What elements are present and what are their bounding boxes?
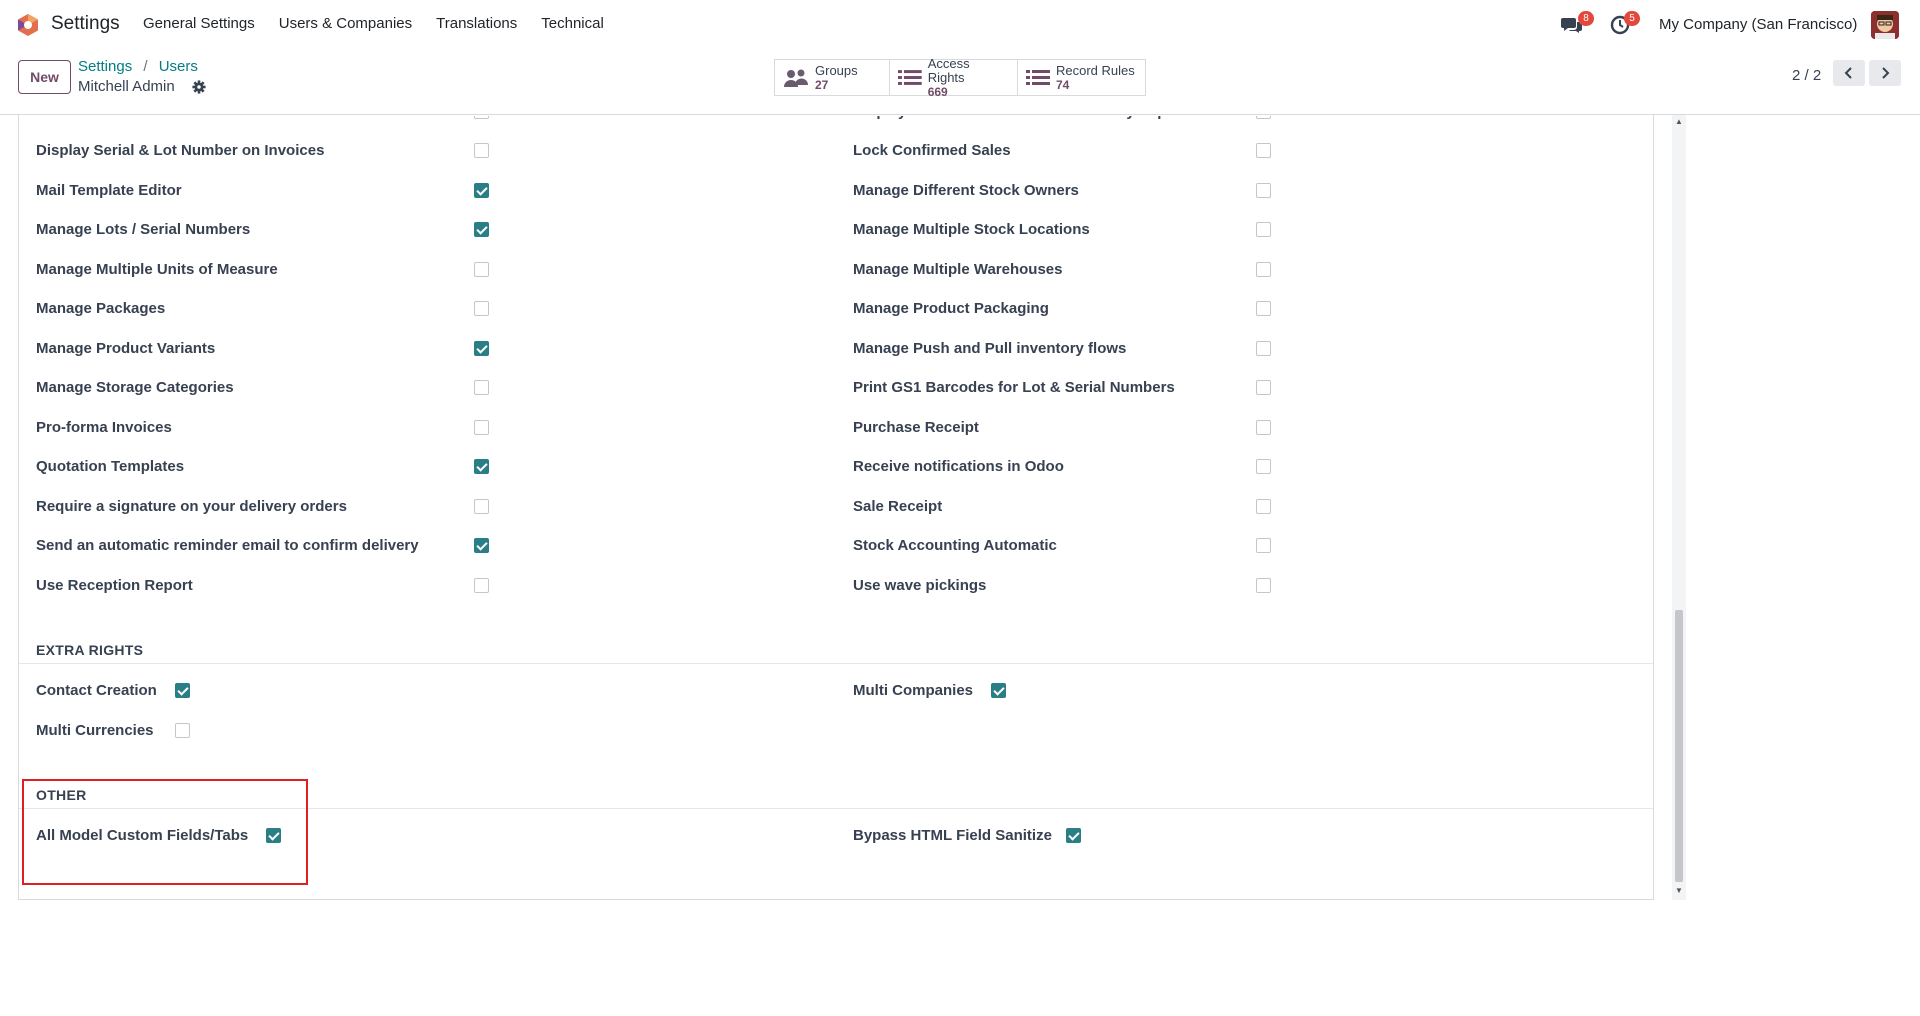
- setting-label-multi-companies: Multi Companies: [853, 682, 974, 699]
- record-rules-label: Record Rules: [1056, 62, 1135, 78]
- checkbox-print-gs1-barcodes-for-lot-serial-numbers[interactable]: [1256, 380, 1271, 395]
- checkbox-stock-accounting-automatic[interactable]: [1256, 538, 1271, 553]
- users-icon: [784, 69, 808, 87]
- menu-technical[interactable]: Technical: [541, 15, 604, 32]
- setting-label-receive-notifications-in-odoo: Receive notifications in Odoo: [853, 458, 1064, 475]
- breadcrumb: Settings / Users: [78, 58, 198, 75]
- scrollbar-thumb[interactable]: [1675, 610, 1683, 882]
- setting-label-bypass-html-field-sanitize: Bypass HTML Field Sanitize: [853, 827, 1052, 844]
- user-avatar[interactable]: [1871, 11, 1899, 39]
- odoo-logo-icon[interactable]: [16, 13, 40, 37]
- checkbox-manage-multiple-stock-locations[interactable]: [1256, 222, 1271, 237]
- setting-label-lock-confirmed-sales: Lock Confirmed Sales: [853, 142, 1011, 159]
- checkbox-purchase-receipt[interactable]: [1256, 420, 1271, 435]
- avatar-face-icon: [1871, 11, 1899, 39]
- list-icon: [1026, 69, 1050, 85]
- record-rules-smart-button[interactable]: Record Rules 74: [1018, 60, 1145, 95]
- chevron-left-icon: [1844, 67, 1852, 79]
- highlight-box: [22, 779, 308, 885]
- section-divider: [19, 663, 1653, 664]
- menu-users-companies[interactable]: Users & Companies: [279, 15, 412, 32]
- checkbox-multi-currencies[interactable]: [175, 723, 190, 738]
- setting-label-manage-product-packaging: Manage Product Packaging: [853, 300, 1049, 317]
- setting-label-contact-creation: Contact Creation: [36, 682, 157, 699]
- setting-label-stock-accounting-automatic: Stock Accounting Automatic: [853, 537, 1057, 554]
- gear-icon[interactable]: [192, 80, 206, 94]
- checkbox-manage-different-stock-owners[interactable]: [1256, 183, 1271, 198]
- app-name[interactable]: Settings: [51, 13, 120, 35]
- breadcrumb-settings[interactable]: Settings: [78, 58, 132, 75]
- checkbox-receive-notifications-in-odoo[interactable]: [1256, 459, 1271, 474]
- checkbox-manage-product-packaging[interactable]: [1256, 301, 1271, 316]
- groups-count: 27: [815, 77, 829, 92]
- checkbox-bypass-html-field-sanitize[interactable]: [1066, 828, 1081, 843]
- checkbox-manage-multiple-warehouses[interactable]: [1256, 262, 1271, 277]
- setting-label-purchase-receipt: Purchase Receipt: [853, 419, 979, 436]
- setting-label-manage-multiple-warehouses: Manage Multiple Warehouses: [853, 261, 1063, 278]
- checkbox-lock-confirmed-sales[interactable]: [1256, 143, 1271, 158]
- setting-label-use-wave-pickings: Use wave pickings: [853, 577, 987, 594]
- groups-label: Groups: [815, 62, 858, 78]
- breadcrumb-users[interactable]: Users: [159, 58, 198, 75]
- record-title: Mitchell Admin: [78, 78, 175, 95]
- checkbox-use-wave-pickings[interactable]: [1256, 578, 1271, 593]
- activities-badge: 5: [1624, 11, 1640, 26]
- checkbox-contact-creation[interactable]: [175, 683, 190, 698]
- scroll-down-arrow[interactable]: ▼: [1674, 886, 1684, 896]
- pager-previous-button[interactable]: [1833, 60, 1865, 86]
- chevron-right-icon: [1882, 67, 1890, 79]
- company-switcher[interactable]: My Company (San Francisco): [1659, 16, 1857, 33]
- new-button[interactable]: New: [18, 60, 71, 94]
- pager-value: 2 / 2: [1792, 67, 1822, 84]
- setting-label-manage-push-and-pull-inventory-flows: Manage Push and Pull inventory flows: [853, 340, 1127, 357]
- checkbox-sale-receipt[interactable]: [1256, 499, 1271, 514]
- setting-label-multi-currencies: Multi Currencies: [36, 722, 154, 739]
- section-title-extra-rights: EXTRA RIGHTS: [36, 642, 144, 658]
- checkbox-display-serial-lot-number-in-delivery-slips[interactable]: [1256, 116, 1271, 119]
- messages-badge: 8: [1578, 11, 1594, 26]
- scroll-up-arrow[interactable]: ▲: [1674, 117, 1684, 127]
- record-rules-count: 74: [1056, 77, 1070, 92]
- smart-buttons: Groups 27 Access Rights 669 Record Rules…: [774, 55, 1146, 99]
- menu-general-settings[interactable]: General Settings: [143, 15, 255, 32]
- setting-label-manage-different-stock-owners: Manage Different Stock Owners: [853, 182, 1079, 199]
- access-rights-label: Access Rights: [927, 55, 970, 85]
- access-rights-smart-button[interactable]: Access Rights 669: [890, 55, 1018, 99]
- checkbox-manage-push-and-pull-inventory-flows[interactable]: [1256, 341, 1271, 356]
- breadcrumb-separator: /: [143, 58, 148, 75]
- setting-label-sale-receipt: Sale Receipt: [853, 498, 943, 515]
- setting-label-manage-multiple-stock-locations: Manage Multiple Stock Locations: [853, 221, 1090, 238]
- menu-translations[interactable]: Translations: [436, 15, 517, 32]
- setting-label-print-gs1-barcodes-for-lot-serial-numbers: Print GS1 Barcodes for Lot & Serial Numb…: [853, 379, 1175, 396]
- main-menu: General Settings Users & Companies Trans…: [143, 15, 628, 32]
- top-navbar: Settings General Settings Users & Compan…: [0, 0, 1920, 50]
- control-panel: New Settings / Users Mitchell Admin Grou…: [0, 50, 1920, 115]
- list-icon: [898, 69, 922, 85]
- groups-smart-button[interactable]: Groups 27: [775, 60, 890, 95]
- access-rights-count: 669: [927, 84, 948, 99]
- checkbox-multi-companies[interactable]: [991, 683, 1006, 698]
- setting-label-display-serial-lot-number-in-delivery-slips: Display Serial & Lot Number in Delivery …: [853, 116, 1175, 120]
- pager-next-button[interactable]: [1869, 60, 1901, 86]
